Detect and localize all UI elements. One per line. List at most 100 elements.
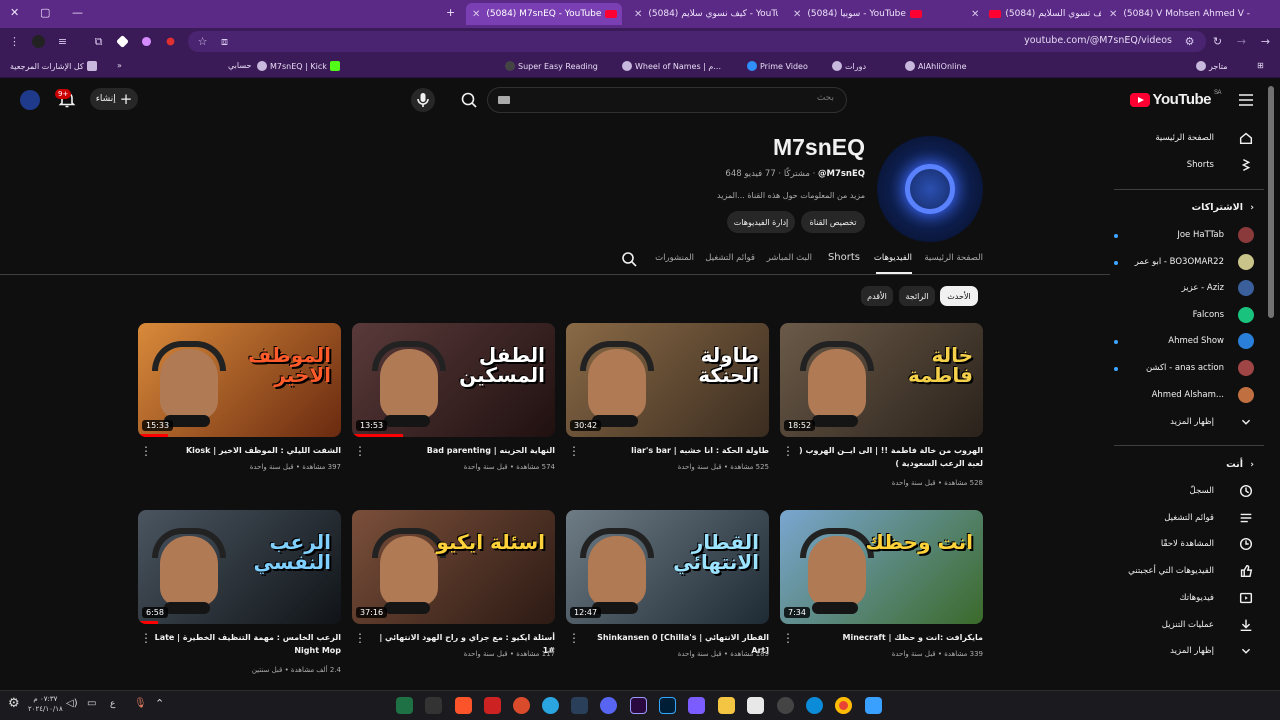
youtube-logo[interactable]: YouTube SA — [1129, 90, 1222, 108]
browser-tab[interactable]: ✕ (5084) كيف نسوي سلايم - YouTube — [628, 3, 778, 25]
keyboard-icon[interactable] — [498, 96, 510, 104]
microphone-icon[interactable]: 🎙 — [134, 698, 147, 709]
close-tab-icon[interactable]: ✕ — [634, 9, 642, 20]
tab-shorts[interactable]: Shorts — [828, 252, 860, 263]
extensions-icon[interactable]: ⧉ — [92, 35, 105, 48]
video-thumbnail[interactable]: الموظف الاخير 15:33 — [138, 323, 341, 437]
search-input[interactable]: بحث — [487, 87, 847, 113]
browser-tab[interactable]: ✕ (5084) كيف تسوي السلايم - YouTube — [965, 3, 1101, 25]
bookmark-item[interactable]: M7snEQ | Kick — [257, 61, 340, 71]
browser-tab-active[interactable]: ✕ (5084) M7snEQ - YouTube — [466, 3, 622, 25]
account-avatar[interactable] — [20, 90, 40, 110]
scrollbar[interactable] — [1268, 86, 1274, 318]
sidebar-subscription[interactable]: اكشن - anas action — [1104, 358, 1254, 380]
extension-icon[interactable] — [141, 36, 152, 47]
video-thumbnail[interactable]: اسئلة ايكيو 37:16 — [352, 510, 555, 624]
maximize-window-icon[interactable]: ▢ — [40, 6, 50, 19]
video-title[interactable]: النهاية الحزينه | Bad parenting — [365, 444, 555, 457]
language-indicator[interactable]: ع — [110, 699, 115, 709]
telegram-app-icon[interactable] — [542, 697, 559, 714]
bookmark-item[interactable]: متاجر — [1196, 61, 1228, 71]
create-button[interactable]: إنشاء + — [90, 88, 138, 110]
video-title[interactable]: الهروب من خالة فاطمة !! | الى ايــن الهر… — [793, 444, 983, 470]
bookmark-item[interactable]: حسابي — [228, 61, 251, 70]
menu-dots-icon[interactable]: ⋮ — [8, 35, 21, 48]
app-icon[interactable] — [777, 697, 794, 714]
sidebar-item-download[interactable]: عمليات التنزيل — [1104, 615, 1254, 637]
sidebar-subscription[interactable]: Ahmed Show — [1104, 331, 1254, 353]
channel-search-button[interactable] — [620, 250, 638, 272]
network-icon[interactable]: ▭ — [87, 698, 96, 709]
video-card[interactable]: انت وحظك 7:34 مايكرافت :انت و حظك | Mine… — [780, 510, 983, 658]
video-thumbnail[interactable]: الرعب النفسي 6:58 — [138, 510, 341, 624]
more-actions-icon[interactable]: ⋮ — [782, 632, 794, 644]
bookmark-star-icon[interactable]: ☆ — [196, 35, 209, 48]
bookmark-item[interactable]: دورات — [832, 61, 866, 71]
store-app-icon[interactable] — [747, 697, 764, 714]
system-clock[interactable]: ٠٧:٣٧ م ٢٠٢٤/١٠/١٨ — [28, 694, 63, 714]
tab-playlists[interactable]: قوائم التشغيل — [705, 253, 755, 263]
sidebar-subscription[interactable]: عزيز - Aziz — [1104, 278, 1254, 300]
site-settings-icon[interactable]: ⚙ — [1183, 35, 1196, 48]
bookmark-item[interactable]: كل الإشارات المرجعية — [10, 61, 97, 71]
search-button[interactable] — [455, 87, 483, 113]
video-card[interactable]: الرعب النفسي 6:58 الرعب الخامس : مهمة ال… — [138, 510, 341, 674]
bookmark-item[interactable]: Super Easy Reading — [505, 61, 598, 71]
tab-home[interactable]: الصفحة الرئيسية — [924, 253, 983, 263]
chip-oldest[interactable]: الأقدم — [861, 286, 893, 306]
sidebar-subscription[interactable]: Ahmed Alsham... — [1104, 385, 1254, 407]
media-controls-icon[interactable]: ≡ — [56, 35, 69, 48]
video-thumbnail[interactable]: خالة فاطمة 18:52 — [780, 323, 983, 437]
tab-live[interactable]: البث المباشر — [767, 253, 812, 263]
browser-tab[interactable]: ✕ (5084) سوبيا - YouTube — [787, 3, 937, 25]
video-thumbnail[interactable]: طاولة الحنكة 30:42 — [566, 323, 769, 437]
app-icon[interactable] — [513, 697, 530, 714]
close-tab-icon[interactable]: ✕ — [793, 9, 801, 20]
tab-posts[interactable]: المنشورات — [655, 253, 694, 263]
reload-icon[interactable]: ↻ — [1211, 35, 1224, 48]
brave-app-icon[interactable] — [455, 697, 472, 714]
customize-channel-button[interactable]: تخصيص القناة — [801, 211, 865, 233]
sidebar-item-your-videos[interactable]: فيديوهاتك — [1104, 588, 1254, 610]
video-card[interactable]: الموظف الاخير 15:33 الشفت الليلي : الموظ… — [138, 323, 341, 471]
video-thumbnail[interactable]: انت وحظك 7:34 — [780, 510, 983, 624]
sidebar-subscription[interactable]: Falcons — [1104, 305, 1254, 327]
sidebar-item-history[interactable]: السجلّ — [1104, 481, 1254, 503]
back-icon[interactable]: → — [1259, 35, 1272, 48]
sidebar-item-like[interactable]: الفيديوهات التي أعجبتني — [1104, 561, 1254, 583]
file-explorer-icon[interactable] — [718, 697, 735, 714]
bookmark-item[interactable]: AlAhliOnline — [905, 61, 967, 71]
tab-videos[interactable]: الفيديوهات — [874, 253, 912, 263]
video-card[interactable]: الطفل المسكين 13:53 النهاية الحزينه | Ba… — [352, 323, 555, 471]
video-card[interactable]: طاولة الحنكة 30:42 طاولة الحكة : انا خشب… — [566, 323, 769, 471]
profile-avatar-icon[interactable] — [32, 35, 45, 48]
steam-app-icon[interactable] — [571, 697, 588, 714]
more-actions-icon[interactable]: ⋮ — [354, 632, 366, 644]
premiere-app-icon[interactable] — [630, 697, 647, 714]
video-title[interactable]: طاولة الحكة : انا خشبه | liar's bar — [579, 444, 769, 457]
close-tab-icon[interactable]: ✕ — [1109, 9, 1117, 20]
install-app-icon[interactable]: ⧈ — [218, 35, 231, 48]
video-title[interactable]: مايكرافت :انت و حظك | Minecraft — [793, 631, 984, 644]
record-extension-icon[interactable] — [166, 37, 175, 46]
minimize-window-icon[interactable]: — — [72, 6, 83, 19]
more-actions-icon[interactable]: ⋮ — [140, 445, 152, 457]
video-card[interactable]: اسئلة ايكيو 37:16 أسئلة ايكيو : مع جراي … — [352, 510, 555, 658]
bookmarks-overflow-icon[interactable]: » — [117, 61, 122, 70]
more-actions-icon[interactable]: ⋮ — [354, 445, 366, 457]
volume-icon[interactable]: ◁) — [66, 698, 78, 709]
voice-search-button[interactable] — [411, 88, 435, 112]
edge-app-icon[interactable] — [806, 697, 823, 714]
more-actions-icon[interactable]: ⋮ — [782, 445, 794, 457]
sidebar-subscription[interactable]: ابو عمر - BO3OMAR22 — [1104, 252, 1254, 274]
settings-icon[interactable]: ⚙ — [8, 696, 20, 711]
chrome-app-icon[interactable] — [835, 697, 852, 714]
bookmark-item[interactable]: Prime Video — [747, 61, 808, 71]
tray-chevron-icon[interactable]: ⌃ — [155, 697, 164, 710]
url-field[interactable]: ☆ ⧈ youtube.com/@M7snEQ/videos ⚙ — [188, 31, 1206, 52]
chip-popular[interactable]: الرائجة — [899, 286, 935, 306]
manage-videos-button[interactable]: إدارة الفيديوهات — [727, 211, 795, 233]
close-window-icon[interactable]: ✕ — [10, 6, 19, 19]
windows-start-icon[interactable] — [865, 697, 882, 714]
video-title[interactable]: الشفت الليلي : الموظف الاخير | Kiosk — [151, 444, 341, 457]
